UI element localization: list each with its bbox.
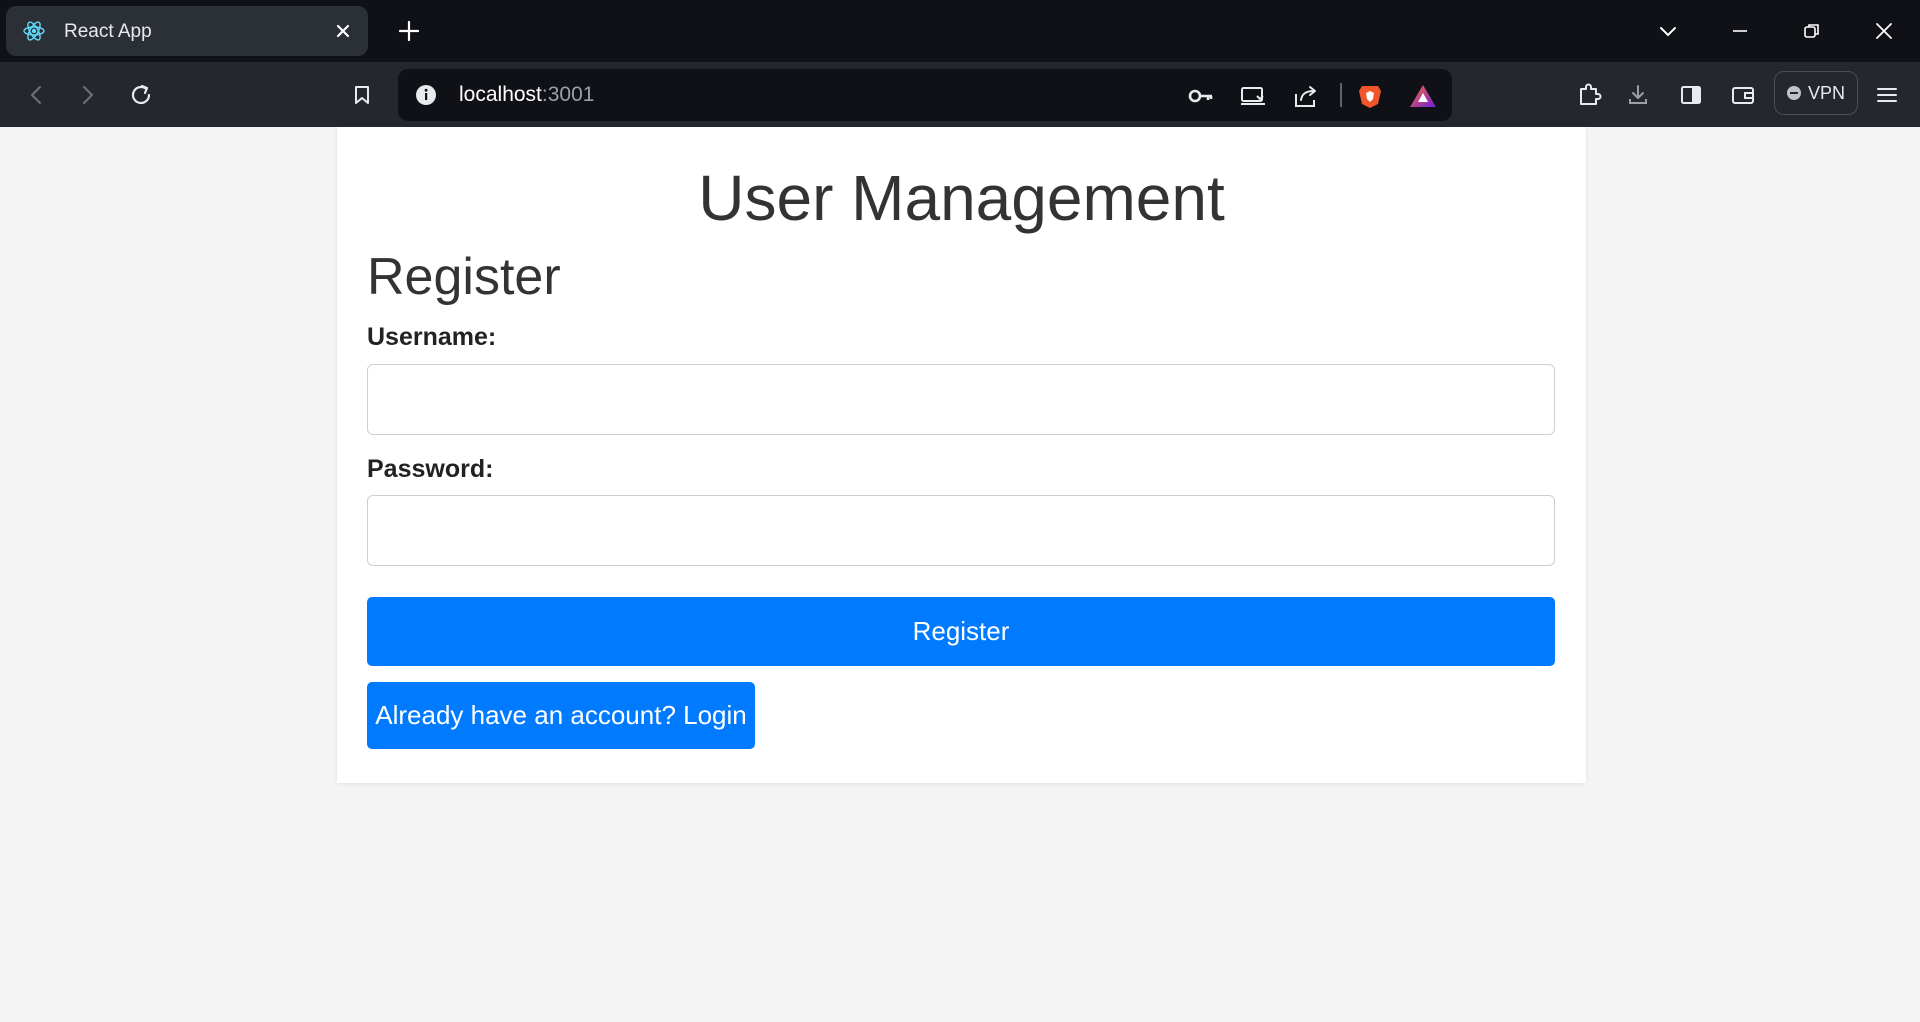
forward-arrow-icon[interactable] (66, 74, 108, 116)
username-input[interactable] (367, 364, 1555, 435)
password-input[interactable] (367, 495, 1555, 566)
brave-rewards-icon[interactable] (1406, 79, 1440, 113)
register-button[interactable]: Register (367, 597, 1555, 666)
react-logo-icon (22, 19, 46, 43)
back-arrow-icon[interactable] (16, 74, 58, 116)
register-heading: Register (367, 248, 561, 306)
bookmark-icon[interactable] (341, 74, 383, 116)
browser-tab-strip: React App (0, 0, 1920, 62)
address-url[interactable]: localhost:3001 (459, 83, 594, 107)
share-icon[interactable] (1289, 79, 1323, 113)
address-bar[interactable]: localhost:3001 (398, 69, 1452, 121)
tab-search-chevron-icon[interactable] (1648, 12, 1688, 50)
restore-icon[interactable] (1792, 12, 1832, 50)
tab-title: React App (64, 21, 152, 42)
username-label: Username: (367, 323, 497, 351)
page-title: User Management (698, 162, 1225, 234)
vpn-button[interactable]: VPN (1774, 71, 1858, 115)
password-label: Password: (367, 455, 494, 483)
hamburger-menu-icon[interactable] (1866, 74, 1908, 116)
vpn-status-icon (1786, 86, 1801, 100)
new-tab-icon[interactable] (392, 14, 426, 48)
key-icon[interactable] (1184, 79, 1218, 113)
close-tab-icon[interactable] (328, 16, 358, 46)
vpn-label: VPN (1807, 82, 1845, 103)
login-link-button[interactable]: Already have an account? Login (367, 682, 755, 749)
browser-toolbar: localhost:3001 VPN (0, 62, 1920, 127)
url-host: localhost (459, 83, 542, 106)
close-window-icon[interactable] (1864, 12, 1904, 50)
brave-lion-icon[interactable] (1353, 79, 1387, 113)
site-info-icon[interactable] (414, 83, 438, 107)
minimize-icon[interactable] (1720, 12, 1760, 50)
sidebar-icon[interactable] (1670, 74, 1712, 116)
address-bar-divider (1340, 83, 1342, 107)
reload-icon[interactable] (120, 74, 162, 116)
browser-tab[interactable]: React App (6, 6, 368, 56)
download-icon[interactable] (1617, 74, 1659, 116)
cast-icon[interactable] (1236, 79, 1270, 113)
wallet-icon[interactable] (1722, 74, 1764, 116)
puzzle-icon[interactable] (1568, 74, 1610, 116)
user-management-card: User Management Register Username: Passw… (337, 127, 1586, 783)
url-port: :3001 (541, 83, 595, 106)
